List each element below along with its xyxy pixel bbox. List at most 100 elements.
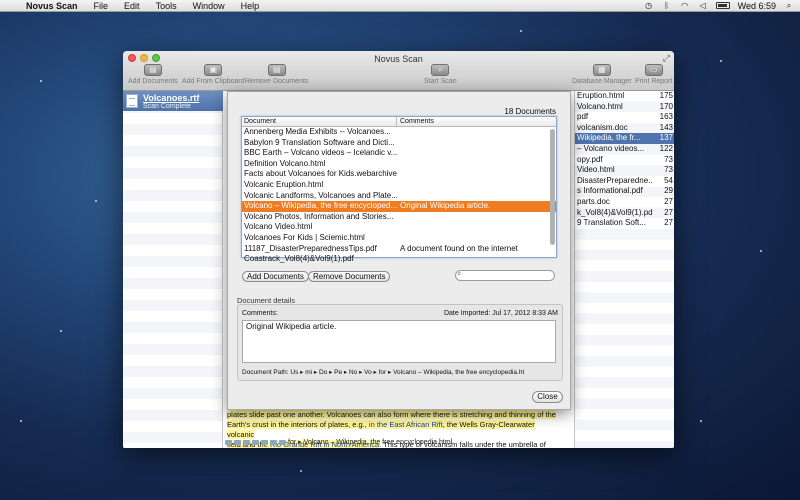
volume-icon[interactable]: ◁ <box>698 1 708 10</box>
main-window: Novus Scan ⤢ ▤ Add Documents ▣ Add From … <box>123 51 674 448</box>
result-count: 73 <box>664 154 673 164</box>
document-comment <box>397 169 556 180</box>
table-scrollbar[interactable] <box>550 129 555 245</box>
document-name: Volcanoes For Kids | Sciemic.html <box>244 232 365 242</box>
result-row[interactable]: pdf 163 <box>575 112 674 123</box>
document-comment <box>397 212 556 223</box>
menu-edit[interactable]: Edit <box>116 0 148 12</box>
result-name: 9 Translation Soft... <box>577 218 646 228</box>
close-button[interactable]: Close <box>532 391 563 403</box>
result-name: Video.html <box>577 165 615 175</box>
result-row[interactable]: – Volcano videos... 122 <box>575 144 674 155</box>
document-text-line: plates slide past one another. Volcanoes… <box>227 410 556 419</box>
document-name: Facts about Volcanoes for Kids.webarchiv… <box>244 169 397 179</box>
document-link[interactable]: in the East African Rift <box>368 420 443 429</box>
result-count: 163 <box>659 112 673 122</box>
search-input[interactable] <box>455 270 555 281</box>
result-name: DisasterPreparedne... <box>577 175 653 185</box>
document-details-box: Comments: Date Imported: Jul 17, 2012 8:… <box>237 304 563 381</box>
add-documents-button[interactable]: Add Documents <box>242 271 309 282</box>
result-row[interactable]: parts.doc 27 <box>575 197 674 208</box>
table-row[interactable]: Coastrack_Vol8(4)&Vol9(1).pdf <box>242 254 556 265</box>
folder-icon[interactable] <box>234 439 241 445</box>
battery-icon[interactable] <box>715 2 730 9</box>
fullscreen-icon[interactable]: ⤢ <box>663 53 670 64</box>
add-documents-toolbar-button[interactable]: ▤ Add Documents <box>128 64 178 85</box>
document-name: 11187_DisasterPreparednessTips.pdf <box>244 243 377 253</box>
column-header-comments[interactable]: Comments <box>397 117 556 126</box>
table-row[interactable]: Definition Volcano.html <box>242 159 556 170</box>
result-row[interactable]: Video.html 73 <box>575 165 674 176</box>
menu-file[interactable]: File <box>86 0 117 12</box>
folder-icon[interactable] <box>243 439 250 445</box>
database-manager-toolbar-button[interactable]: ▦ Database Manager <box>572 64 632 85</box>
document-path-text[interactable]: for ▸ Volcano – Wikipedia, the free ency… <box>288 438 452 446</box>
result-row[interactable]: 9 Translation Soft... 27 <box>575 218 674 229</box>
remove-documents-button[interactable]: Remove Documents <box>308 271 391 282</box>
add-documents-icon: ▤ <box>143 64 162 76</box>
bluetooth-icon[interactable]: ᛒ <box>662 1 672 10</box>
menu-app-name[interactable]: Novus Scan <box>20 0 86 12</box>
menu-help[interactable]: Help <box>233 0 268 12</box>
add-from-clipboard-toolbar-button[interactable]: ▣ Add From Clipboard <box>182 64 245 85</box>
remove-documents-icon: ▤ <box>267 64 286 76</box>
document-name: Babylon 9 Translation Software and Dicti… <box>244 137 395 147</box>
result-count: 27 <box>664 207 673 217</box>
document-comment <box>397 159 556 170</box>
result-row[interactable]: Volcano.html 170 <box>575 102 674 113</box>
printer-icon: ▭ <box>644 64 663 76</box>
sidebar-item-volcanoes[interactable]: Volcanoes.rtf Scan Complete <box>123 91 223 111</box>
add-documents-toolbar-label: Add Documents <box>128 78 178 85</box>
documents-table: Document Comments Annenberg Media Exhibi… <box>241 116 557 263</box>
folder-icon[interactable] <box>279 439 286 445</box>
result-row[interactable]: DisasterPreparedne... 54 <box>575 176 674 187</box>
result-row[interactable]: opy.pdf 73 <box>575 155 674 166</box>
table-row[interactable]: Volcanic Eruption.html <box>242 180 556 191</box>
documents-sheet: 18 Documents Document Comments Annenberg… <box>227 91 571 410</box>
table-row[interactable]: BBC Earth – Volcano videos – Icelandic v… <box>242 148 556 159</box>
start-scan-toolbar-button[interactable]: ⌕ Start Scan <box>424 64 457 85</box>
menu-bar: Novus Scan File Edit Tools Window Help ◷… <box>0 0 800 12</box>
result-row-selected[interactable]: Wikipedia, the fr... 137 <box>575 133 674 144</box>
time-machine-icon[interactable]: ◷ <box>644 1 654 10</box>
table-row[interactable]: 11187_DisasterPreparednessTips.pdf A docu… <box>242 244 556 255</box>
folder-icon[interactable] <box>252 439 259 445</box>
result-row[interactable]: Eruption.html 175 <box>575 91 674 102</box>
table-row[interactable]: Facts about Volcanoes for Kids.webarchiv… <box>242 169 556 180</box>
table-row[interactable]: Volcanic Landforms, Volcanoes and Plate.… <box>242 191 556 202</box>
remove-documents-toolbar-button[interactable]: ▤ Remove Documents <box>245 64 308 85</box>
document-comment <box>397 233 556 244</box>
result-row[interactable]: s Informational.pdf 29 <box>575 186 674 197</box>
document-icon <box>126 94 138 108</box>
table-row[interactable]: Babylon 9 Translation Software and Dicti… <box>242 138 556 149</box>
document-comment <box>397 222 556 233</box>
menu-window[interactable]: Window <box>185 0 233 12</box>
database-manager-toolbar-label: Database Manager <box>572 78 632 85</box>
result-name: opy.pdf <box>577 154 603 164</box>
result-count: 73 <box>664 165 673 175</box>
document-name: Annenberg Media Exhibits -- Volcanoes... <box>244 127 391 136</box>
folder-icon[interactable] <box>270 439 277 445</box>
spotlight-search-icon[interactable]: ⌕ <box>784 1 794 10</box>
print-report-toolbar-button[interactable]: ▭ Print Report <box>635 64 672 85</box>
column-header-document[interactable]: Document <box>242 117 397 126</box>
folder-icon[interactable] <box>261 439 268 445</box>
table-row[interactable]: Volcanoes For Kids | Sciemic.html <box>242 233 556 244</box>
result-row[interactable]: volcanism.doc 143 <box>575 123 674 134</box>
window-title: Novus Scan <box>374 54 423 64</box>
folder-icon[interactable] <box>225 439 232 445</box>
menubar-clock[interactable]: Wed 6:59 <box>738 1 776 11</box>
table-row-selected[interactable]: Volcano – Wikipedia, the free encycloped… <box>242 201 556 212</box>
star <box>40 80 42 82</box>
document-comment <box>397 148 556 159</box>
menu-tools[interactable]: Tools <box>148 0 185 12</box>
comments-textarea[interactable]: Original Wikipedia article. <box>242 320 556 363</box>
table-row[interactable]: Annenberg Media Exhibits -- Volcanoes... <box>242 127 556 138</box>
result-name: s Informational.pdf <box>577 186 643 196</box>
wifi-icon[interactable]: ◠ <box>680 1 690 10</box>
table-row[interactable]: Volcano Photos, Information and Stories.… <box>242 212 556 223</box>
match-results-list: Eruption.html 175 Volcano.html 170 pdf 163 … <box>574 91 674 448</box>
result-count: 27 <box>664 218 673 228</box>
table-row[interactable]: Volcano Video.html <box>242 222 556 233</box>
result-row[interactable]: k_Vol8(4)&Vol9(1).pdf 27 <box>575 208 674 219</box>
